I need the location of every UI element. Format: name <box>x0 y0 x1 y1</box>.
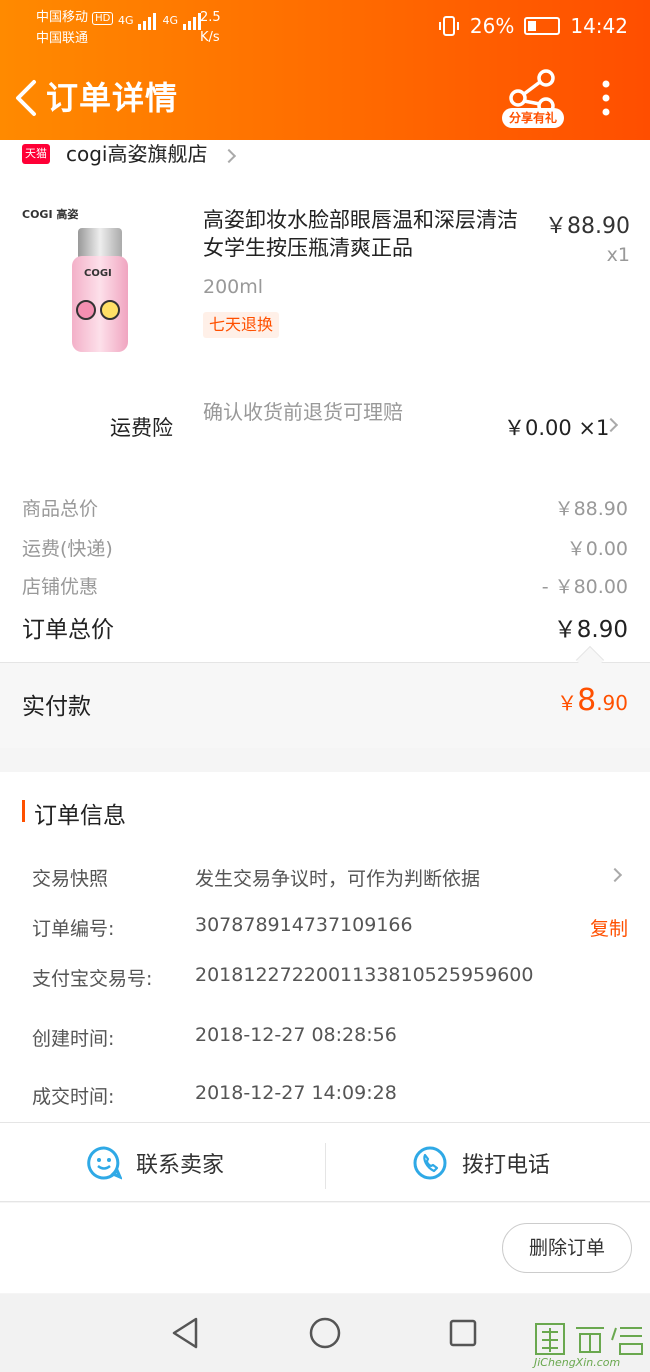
back-arrow-icon[interactable] <box>12 78 38 118</box>
cartoon-character <box>100 300 120 320</box>
product-spec: 200ml <box>203 276 264 298</box>
status-right: 26% 14:42 <box>438 14 628 38</box>
action-divider <box>325 1143 326 1189</box>
contact-seller-button[interactable]: 联系卖家 <box>86 1123 224 1203</box>
delete-bar: 删除订单 <box>0 1203 650 1293</box>
alipay-label: 支付宝交易号: <box>32 968 153 990</box>
closed-time-value: 2018-12-27 14:09:28 <box>195 1082 397 1104</box>
phone-icon <box>413 1146 447 1180</box>
net-speed-value: 2.5 <box>200 10 221 25</box>
chat-smile-icon <box>87 1146 122 1180</box>
copy-button[interactable]: 复制 <box>590 914 628 941</box>
paid-amount: ￥8.90 <box>557 683 628 718</box>
order-number-label: 订单编号: <box>32 918 115 940</box>
order-info-title: 订单信息 <box>34 803 126 829</box>
paid-amount-row: 实付款 ￥8.90 <box>0 662 650 748</box>
contact-seller-label: 联系卖家 <box>136 1153 225 1178</box>
signal-icons: 4G 4G <box>118 12 204 30</box>
net-speed: 2.5 K/s <box>200 8 221 48</box>
store-row[interactable]: 天猫 cogi高姿旗舰店 <box>0 140 650 170</box>
order-total-label: 订单总价 <box>22 617 114 643</box>
net-type-1: 4G <box>118 14 134 27</box>
order-number-value: 307878914737109166 <box>195 914 413 936</box>
product-price: ￥88.90 <box>545 214 630 239</box>
call-phone-label: 拨打电话 <box>462 1153 551 1178</box>
insurance-desc: 确认收货前退货可理赔 <box>203 400 403 424</box>
call-phone-button[interactable]: 拨打电话 <box>412 1123 550 1203</box>
product-name[interactable]: 高姿卸妆水脸部眼唇温和深层清洁女学生按压瓶清爽正品 <box>203 206 533 262</box>
net-speed-unit: K/s <box>200 30 220 45</box>
nav-back-icon[interactable] <box>170 1316 200 1350</box>
battery-icon <box>524 17 561 35</box>
chevron-right-icon <box>221 148 236 163</box>
bottle-cap <box>78 228 122 258</box>
signal-bars-icon <box>138 13 157 30</box>
summary-goods-total: 商品总价 ￥88.90 <box>22 494 628 521</box>
insurance-price[interactable]: ￥0.00 ×1 <box>504 412 609 442</box>
status-carriers: 中国移动 HD 中国联通 <box>36 8 114 49</box>
paid-integer: 8 <box>577 683 597 718</box>
shipping-value: ￥0.00 <box>566 538 628 560</box>
paid-decimal: .90 <box>596 691 628 715</box>
paid-label: 实付款 <box>22 694 91 720</box>
carrier-2: 中国联通 <box>36 31 89 46</box>
created-time-label: 创建时间: <box>32 1028 115 1050</box>
product-brand: COGI 高姿 <box>22 208 79 221</box>
carrier-1: 中国移动 <box>36 10 89 25</box>
bottle-label: COGI <box>84 268 112 279</box>
paid-currency: ￥ <box>557 691 578 715</box>
summary-shipping: 运费(快递) ￥0.00 <box>22 534 628 561</box>
store-name-text: cogi高姿旗舰店 <box>66 142 208 166</box>
clock: 14:42 <box>570 14 628 38</box>
section-accent-bar <box>22 800 25 822</box>
contact-actions: 联系卖家 拨打电话 <box>0 1122 650 1202</box>
closed-time-label: 成交时间: <box>32 1086 115 1108</box>
snapshot-value: 发生交易争议时，可作为判断依据 <box>195 868 481 890</box>
nav-home-icon[interactable] <box>308 1316 342 1350</box>
summary-order-total: 订单总价 ￥8.90 <box>22 610 628 644</box>
product-qty: x1 <box>606 244 630 266</box>
hd-badge: HD <box>92 12 114 25</box>
page-title: 订单详情 <box>46 79 179 117</box>
store-name: cogi高姿旗舰店 <box>66 140 236 168</box>
shipping-label: 运费(快递) <box>22 538 113 560</box>
net-type-2: 4G <box>162 14 179 27</box>
order-total-value: ￥8.90 <box>553 617 628 643</box>
tmall-badge: 天猫 <box>22 144 50 164</box>
goods-total-value: ￥88.90 <box>554 498 628 520</box>
nav-recents-icon[interactable] <box>448 1318 478 1348</box>
share-gift-label[interactable]: 分享有礼 <box>502 108 564 128</box>
app-header: 中国移动 HD 中国联通 4G 4G 2.5 K/s 26% 14:42 订单详… <box>0 0 650 140</box>
discount-value: - ￥80.00 <box>541 576 628 598</box>
delete-order-button[interactable]: 删除订单 <box>502 1223 632 1273</box>
goods-total-label: 商品总价 <box>22 498 99 520</box>
vibrate-icon <box>438 16 459 36</box>
alipay-value: 2018122722001133810525959600 <box>195 964 534 986</box>
snapshot-label: 交易快照 <box>32 868 109 890</box>
summary-discount: 店铺优惠 - ￥80.00 <box>22 572 628 599</box>
watermark-text: JiChengXin.com <box>534 1356 621 1369</box>
created-time-value: 2018-12-27 08:28:56 <box>195 1024 397 1046</box>
insurance-label: 运费险 <box>110 416 173 440</box>
discount-label: 店铺优惠 <box>22 576 99 598</box>
battery-percent: 26% <box>469 14 515 38</box>
more-menu-icon[interactable] <box>600 80 612 116</box>
return-policy-tag: 七天退换 <box>203 312 280 338</box>
cartoon-character <box>76 300 96 320</box>
